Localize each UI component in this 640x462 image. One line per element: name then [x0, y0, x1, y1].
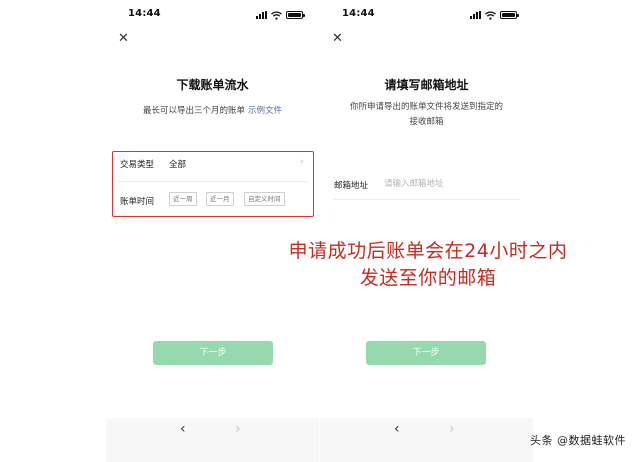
- forward-arrow-icon[interactable]: ›: [235, 422, 241, 436]
- battery-icon: [286, 11, 305, 19]
- transaction-type-label: 交易类型: [120, 160, 155, 170]
- signal-icon: [470, 11, 481, 19]
- input-divider: [334, 199, 520, 200]
- wifi-icon: [485, 10, 496, 20]
- close-icon[interactable]: ✕: [118, 32, 129, 45]
- email-address-label: 邮箱地址: [334, 181, 369, 191]
- subtitle-text: 最长可以导出三个月的账单: [142, 106, 245, 116]
- subtitle: 你所申请导出的账单文件将发送到指定的接收邮箱: [350, 102, 504, 127]
- chip-custom-time[interactable]: 自定义时间: [244, 192, 285, 206]
- close-icon[interactable]: ✕: [332, 32, 343, 45]
- bottom-nav: ‹ ›: [320, 418, 533, 462]
- sample-file-link[interactable]: 示例文件: [248, 106, 282, 116]
- status-bar: 14:44: [320, 8, 533, 22]
- status-time: 14:44: [342, 8, 375, 19]
- back-arrow-icon[interactable]: ‹: [180, 422, 186, 436]
- bill-time-label: 账单时间: [120, 197, 155, 207]
- transaction-type-value[interactable]: 全部: [169, 158, 186, 170]
- battery-icon: [500, 11, 519, 19]
- status-icons: [256, 10, 305, 20]
- download-bill-screen: 14:44 ✕ 下载账单流水 最长可以导出三个月的账单 示例文件 交易类型 全部 …: [106, 0, 319, 462]
- chip-last-week[interactable]: 近一周: [169, 192, 197, 206]
- next-button[interactable]: 下一步: [153, 341, 273, 365]
- status-time: 14:44: [128, 8, 161, 19]
- next-button[interactable]: 下一步: [366, 341, 486, 365]
- annotation-line-1: 申请成功后账单会在24小时之内: [288, 240, 568, 262]
- page-title: 下载账单流水: [176, 78, 249, 92]
- page-title: 请填写邮箱地址: [384, 78, 469, 92]
- signal-icon: [256, 11, 267, 19]
- email-address-screen: 14:44 ✕ 请填写邮箱地址 你所申请导出的账单文件将发送到指定的接收邮箱 邮…: [320, 0, 533, 462]
- annotation-text: 申请成功后账单会在24小时之内 发送至你的邮箱: [258, 238, 598, 292]
- email-input[interactable]: [384, 175, 514, 193]
- subtitle: 最长可以导出三个月的账单 示例文件: [106, 104, 319, 116]
- chevron-right-icon[interactable]: ›: [300, 157, 304, 167]
- watermark: 头条 @数据蛙软件: [530, 434, 626, 447]
- annotation-line-2: 发送至你的邮箱: [359, 267, 497, 289]
- forward-arrow-icon[interactable]: ›: [449, 422, 455, 436]
- bottom-nav: ‹ ›: [106, 418, 319, 462]
- status-bar: 14:44: [106, 8, 319, 22]
- back-arrow-icon[interactable]: ‹: [394, 422, 400, 436]
- chip-last-month[interactable]: 近一月: [206, 192, 234, 206]
- status-icons: [470, 10, 519, 20]
- row-divider: [118, 181, 308, 182]
- wifi-icon: [271, 10, 282, 20]
